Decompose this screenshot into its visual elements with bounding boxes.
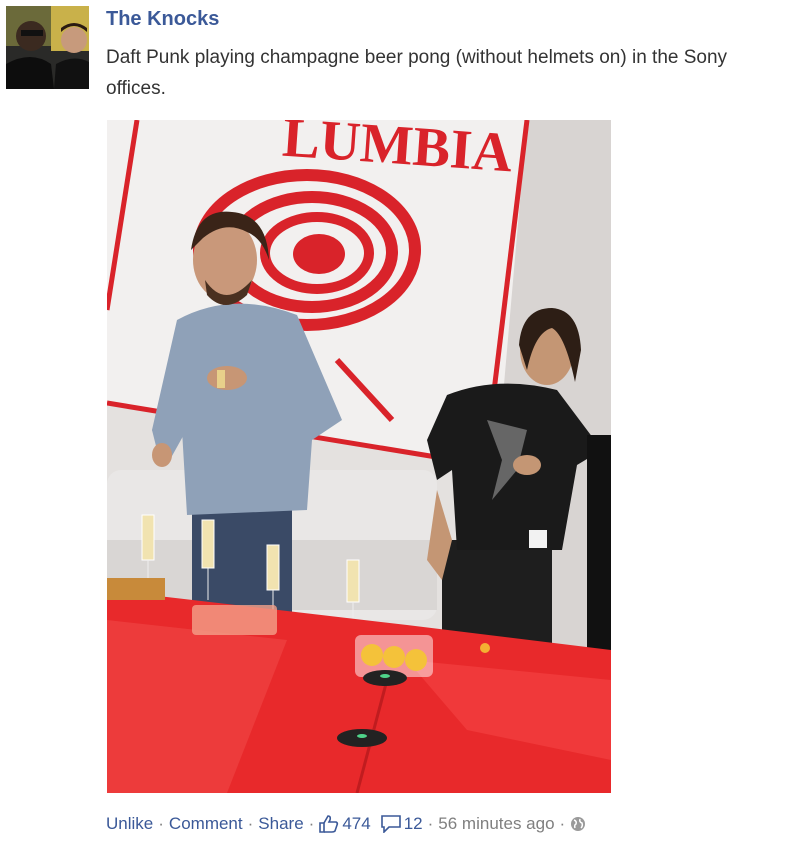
likes-count: 474 bbox=[342, 814, 371, 833]
speech-bubble-icon bbox=[380, 815, 401, 833]
post-timestamp[interactable]: 56 minutes ago bbox=[438, 814, 554, 834]
share-link[interactable]: Share bbox=[258, 814, 303, 834]
post-author-name[interactable]: The Knocks bbox=[106, 8, 219, 31]
post-photo[interactable]: LUMBIA bbox=[107, 120, 611, 793]
globe-icon[interactable] bbox=[570, 816, 586, 832]
separator: · bbox=[559, 814, 566, 833]
likes-count-link[interactable]: 474 bbox=[319, 814, 371, 834]
avatar-photo bbox=[6, 6, 89, 89]
author-avatar[interactable] bbox=[6, 6, 89, 89]
comments-count: 12 bbox=[403, 814, 423, 833]
separator: · bbox=[158, 814, 164, 833]
thumbs-up-icon bbox=[319, 815, 339, 833]
separator: · bbox=[308, 814, 315, 833]
comments-count-link[interactable]: 12 bbox=[380, 814, 423, 834]
comment-link[interactable]: Comment bbox=[169, 814, 243, 834]
separator: · bbox=[247, 814, 254, 833]
post-message: Daft Punk playing champagne beer pong (w… bbox=[106, 47, 728, 99]
separator: · bbox=[427, 814, 434, 833]
unlike-link[interactable]: Unlike bbox=[106, 814, 153, 834]
post-action-bar: Unlike · Comment · Share · 474 12 · 56 m… bbox=[106, 812, 586, 836]
